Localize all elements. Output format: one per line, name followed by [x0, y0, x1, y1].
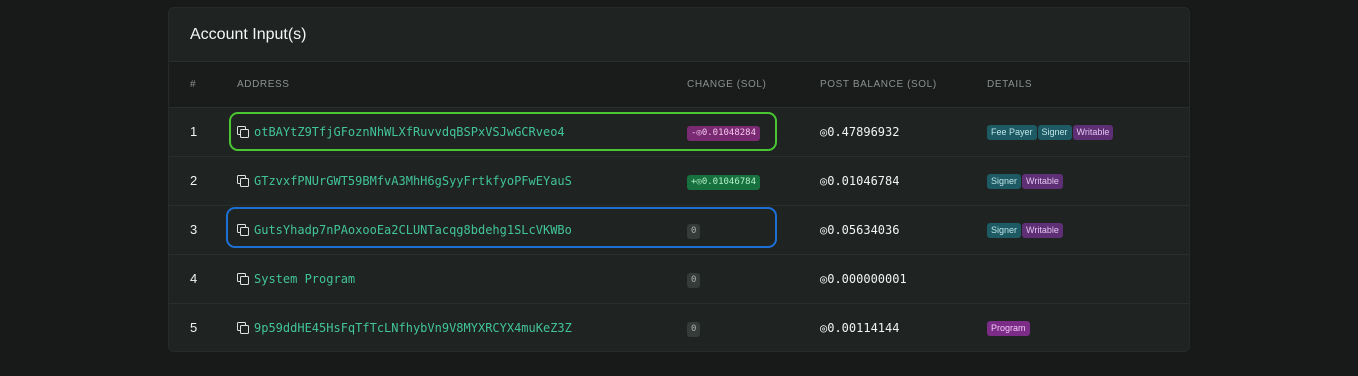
column-header-index: # — [190, 78, 197, 90]
table-row: 4 System Program 0 ◎0.000000001 — [169, 254, 1189, 303]
address-cell: System Program — [237, 272, 687, 286]
copy-icon[interactable] — [237, 322, 249, 335]
copy-icon[interactable] — [237, 224, 249, 236]
post-balance: ◎0.47896932 — [820, 125, 900, 139]
card-title: Account Input(s) — [169, 8, 1189, 62]
account-inputs-table: # ADDRESS CHANGE (SOL) POST BALANCE (SOL… — [169, 62, 1189, 351]
column-header-details: DETAILS — [987, 78, 1033, 90]
post-balance: ◎0.00114144 — [820, 321, 900, 336]
address-link[interactable]: 9p59ddHE45HsFqTfTcLNfhybVn9V8MYXRCYX4muK… — [254, 321, 572, 335]
change-badge: 0 — [687, 272, 701, 288]
details-cell: Program — [987, 303, 1189, 351]
details-cell: Fee Payer Signer Writable — [987, 107, 1189, 156]
address-cell: 9p59ddHE45HsFqTfTcLNfhybVn9V8MYXRCYX4muK… — [237, 321, 687, 335]
row-index: 1 — [190, 124, 198, 139]
row-index: 2 — [190, 173, 198, 188]
table-header-row: # ADDRESS CHANGE (SOL) POST BALANCE (SOL… — [169, 62, 1189, 107]
address-link[interactable]: GTzvxfPNUrGWT59BMfvA3MhH6gSyyFrtkfyoPFwE… — [254, 174, 572, 188]
details-cell: Signer Writable — [987, 156, 1189, 205]
column-header-change: CHANGE (SOL) — [687, 78, 767, 90]
tag-writable: Writable — [1022, 223, 1063, 238]
column-header-post-balance: POST BALANCE (SOL) — [820, 78, 937, 90]
post-balance: ◎0.05634036 — [820, 223, 900, 237]
row-index: 3 — [190, 222, 198, 237]
tag-signer: Signer — [987, 223, 1022, 238]
address-link[interactable]: System Program — [254, 272, 355, 286]
address-link[interactable]: otBAYtZ9TfjGFoznNhWLXfRuvvdqBSPxVSJwGCRv… — [254, 125, 565, 139]
post-balance: ◎0.01046784 — [820, 174, 900, 188]
details-cell: Signer Writable — [987, 205, 1189, 254]
copy-icon[interactable] — [237, 175, 249, 187]
address-cell: GTzvxfPNUrGWT59BMfvA3MhH6gSyyFrtkfyoPFwE… — [237, 174, 687, 188]
tag-signer: Signer — [987, 174, 1022, 189]
tag-signer: Signer — [1037, 125, 1072, 140]
copy-icon[interactable] — [237, 273, 249, 285]
column-header-address: ADDRESS — [237, 78, 290, 90]
change-badge: -◎0.01048284 — [687, 125, 761, 141]
table-row: 3 GutsYhadp7nPAoxooEa2CLUNTacqg8bdehg1SLc… — [169, 205, 1189, 254]
change-badge: +◎0.01046784 — [687, 174, 761, 190]
address-cell: otBAYtZ9TfjGFoznNhWLXfRuvvdqBSPxVSJwGCRv… — [237, 125, 687, 139]
tag-program: Program — [987, 321, 1030, 337]
tag-fee-payer: Fee Payer — [987, 125, 1037, 140]
tag-writable: Writable — [1022, 174, 1063, 189]
change-badge: 0 — [687, 321, 701, 337]
table-row: 5 9p59ddHE45HsFqTfTcLNfhybVn9V8MYXRCYX4mu… — [169, 303, 1189, 351]
copy-icon[interactable] — [237, 126, 249, 138]
table-row: 1 otBAYtZ9TfjGFoznNhWLXfRuvvdqBSPxVSJwGCR… — [169, 107, 1189, 156]
tag-writable: Writable — [1072, 125, 1114, 140]
table-row: 2 GTzvxfPNUrGWT59BMfvA3MhH6gSyyFrtkfyoPFw… — [169, 156, 1189, 205]
row-index: 5 — [190, 320, 198, 336]
details-cell — [987, 254, 1189, 303]
address-cell: GutsYhadp7nPAoxooEa2CLUNTacqg8bdehg1SLcV… — [237, 223, 687, 237]
row-index: 4 — [190, 271, 198, 286]
address-link[interactable]: GutsYhadp7nPAoxooEa2CLUNTacqg8bdehg1SLcV… — [254, 223, 572, 237]
post-balance: ◎0.000000001 — [820, 272, 907, 286]
change-badge: 0 — [687, 223, 701, 239]
account-inputs-card: Account Input(s) # ADDRESS CHANGE (SOL) … — [168, 7, 1190, 352]
